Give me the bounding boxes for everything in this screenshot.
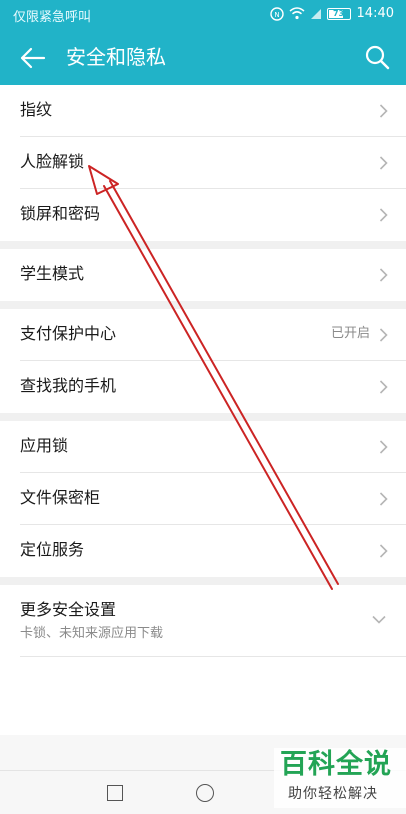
carrier-text: 仅限紧急呼叫 — [13, 10, 92, 25]
toolbar: 安全和隐私 — [0, 30, 406, 85]
setting-payment-protection[interactable]: 支付保护中心 已开启 — [20, 309, 406, 361]
chevron-right-icon — [379, 440, 388, 454]
chevron-right-icon — [379, 544, 388, 558]
setting-label: 文件保密柜 — [20, 488, 101, 507]
group-divider — [0, 577, 406, 585]
clock: 14:40 — [356, 6, 394, 21]
setting-label: 学生模式 — [20, 264, 85, 283]
setting-student-mode[interactable]: 学生模式 — [20, 249, 406, 301]
chevron-right-icon — [379, 104, 388, 118]
settings-list: 指纹 人脸解锁 锁屏和密码 学生模式 支付保护中心 已开启 查找我的手机 应用锁… — [0, 85, 406, 735]
setting-fingerprint[interactable]: 指纹 — [20, 85, 406, 137]
group-divider — [0, 241, 406, 249]
setting-app-lock[interactable]: 应用锁 — [20, 421, 406, 473]
chevron-down-icon — [372, 615, 386, 624]
settings-group-4: 应用锁 文件保密柜 定位服务 — [0, 421, 406, 577]
settings-group-2: 学生模式 — [0, 249, 406, 301]
page-title: 安全和隐私 — [66, 45, 166, 69]
settings-group-more: 更多安全设置 卡锁、未知来源应用下载 — [0, 585, 406, 735]
signal-icon — [310, 8, 321, 19]
chevron-right-icon — [379, 208, 388, 222]
status-bar: 仅限紧急呼叫 N 73 14:40 — [0, 0, 406, 30]
settings-group-1: 指纹 人脸解锁 锁屏和密码 — [0, 85, 406, 241]
setting-face-unlock[interactable]: 人脸解锁 — [20, 137, 406, 189]
back-arrow-icon[interactable] — [18, 44, 48, 72]
setting-label: 定位服务 — [20, 540, 85, 559]
setting-label: 锁屏和密码 — [20, 204, 101, 223]
watermark-logo: 百科全说 助你轻松解决 — [274, 748, 406, 808]
nfc-icon: N — [269, 6, 284, 21]
setting-label: 应用锁 — [20, 436, 69, 455]
setting-lockscreen-password[interactable]: 锁屏和密码 — [20, 189, 406, 241]
setting-label: 支付保护中心 — [20, 324, 117, 343]
group-divider — [0, 413, 406, 421]
recent-apps-square-icon[interactable] — [107, 785, 123, 801]
chevron-right-icon — [379, 268, 388, 282]
setting-find-my-phone[interactable]: 查找我的手机 — [20, 361, 406, 413]
chevron-right-icon — [379, 492, 388, 506]
chevron-right-icon — [379, 156, 388, 170]
battery-icon: 73 — [326, 7, 351, 20]
setting-location-services[interactable]: 定位服务 — [20, 525, 406, 577]
svg-text:N: N — [274, 11, 279, 19]
watermark-main-text: 百科全说 — [280, 749, 392, 780]
chevron-right-icon — [379, 328, 388, 342]
chevron-right-icon — [379, 380, 388, 394]
setting-label: 人脸解锁 — [20, 152, 85, 171]
status-right: N 73 14:40 — [269, 6, 394, 21]
empty-area — [0, 657, 406, 735]
setting-subtitle: 卡锁、未知来源应用下载 — [20, 626, 164, 641]
status-icons: N 73 — [269, 6, 351, 21]
group-divider — [0, 301, 406, 309]
settings-group-3: 支付保护中心 已开启 查找我的手机 — [0, 309, 406, 413]
battery-text: 73 — [332, 8, 345, 18]
setting-label: 查找我的手机 — [20, 376, 117, 395]
app-header: 仅限紧急呼叫 N 73 14:40 安全和隐私 — [0, 0, 406, 85]
setting-label: 更多安全设置 — [20, 600, 117, 619]
setting-status-value: 已开启 — [330, 326, 370, 341]
search-icon[interactable] — [362, 42, 392, 72]
setting-file-safe[interactable]: 文件保密柜 — [20, 473, 406, 525]
home-circle-icon[interactable] — [196, 784, 214, 802]
watermark-sub-text: 助你轻松解决 — [288, 786, 378, 802]
setting-label: 指纹 — [20, 100, 53, 119]
wifi-icon — [289, 7, 305, 20]
setting-more-security[interactable]: 更多安全设置 卡锁、未知来源应用下载 — [20, 585, 406, 657]
